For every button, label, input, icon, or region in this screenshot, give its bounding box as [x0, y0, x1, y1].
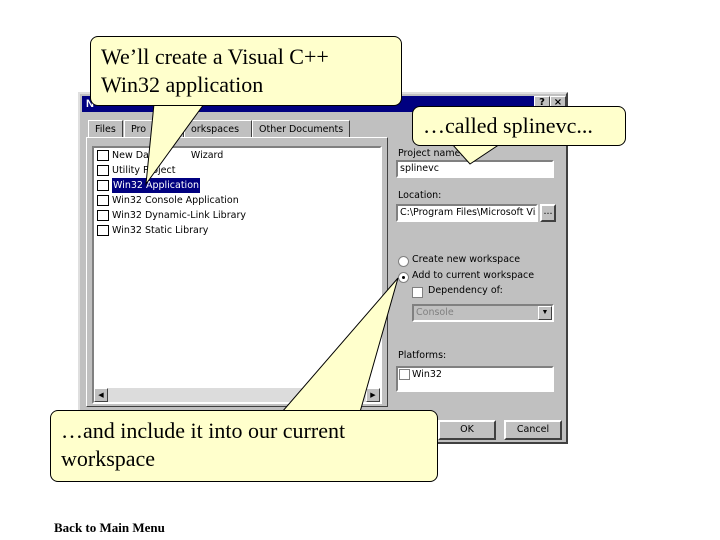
right-callout-pointer — [450, 143, 502, 165]
bottom-callout-pointer — [280, 277, 399, 413]
back-to-main-menu-link[interactable]: Back to Main Menu — [54, 520, 165, 536]
callout-right: …called splinevc... — [412, 106, 626, 146]
callout-bottom: …and include it into our current workspa… — [50, 410, 438, 482]
callout-top: We’ll create a Visual C++ Win32 applicat… — [90, 36, 402, 106]
top-callout-pointer — [145, 103, 205, 186]
